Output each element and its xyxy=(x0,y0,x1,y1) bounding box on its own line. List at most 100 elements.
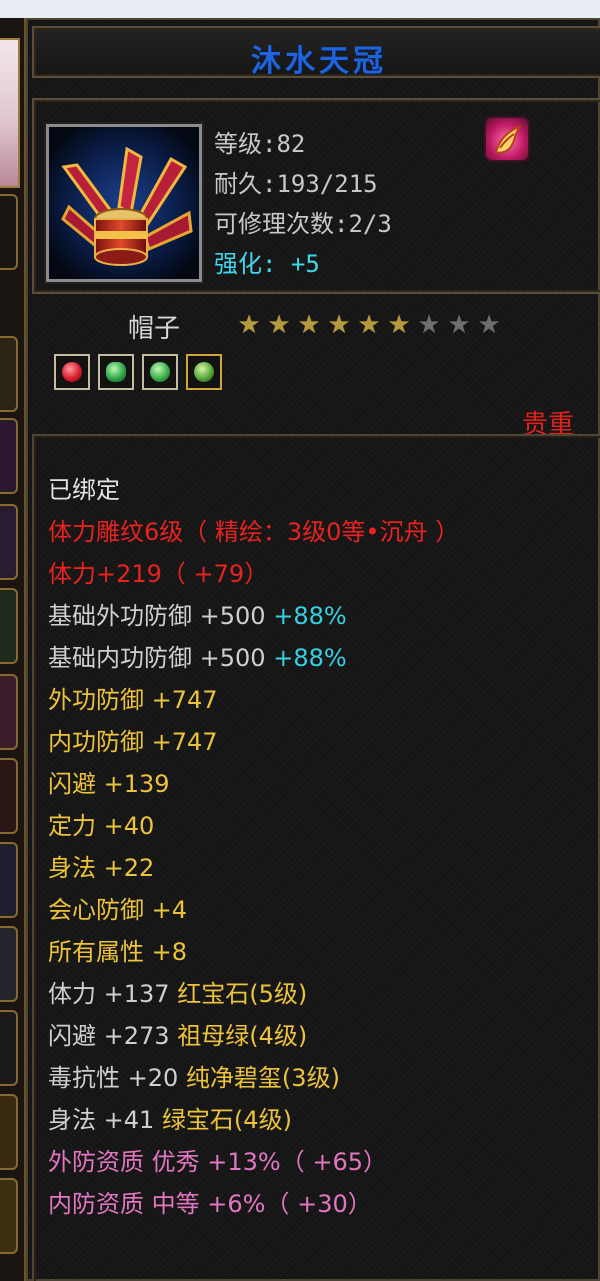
item-durability: 耐久:193/215 xyxy=(214,170,378,198)
sidebar-slot[interactable] xyxy=(0,758,18,834)
gem-bonus-line: 毒抗性 +20 纯净碧玺(3级) xyxy=(48,1062,340,1094)
item-enhance: 强化: +5 xyxy=(214,244,320,279)
attr-percent: +88% xyxy=(273,644,347,672)
quality-label: 外防资质 xyxy=(48,1148,144,1176)
agility-line: 身法 +22 xyxy=(48,852,154,884)
item-level: 等级:82 xyxy=(214,130,306,158)
sidebar-slot[interactable] xyxy=(0,194,18,270)
screenshot-root: 沐水天冠 等级:82 耐久:193/215 可修理次数:2/3 强化: +5 帽… xyxy=(0,0,600,1281)
attr-value: +747 xyxy=(151,686,218,714)
attr-label: 基础外功防御 xyxy=(48,602,192,630)
attr-value: +8 xyxy=(151,938,188,966)
attr-value: +20 xyxy=(127,1064,179,1092)
sidebar-slot[interactable] xyxy=(0,336,18,412)
sidebar-slot[interactable] xyxy=(0,926,18,1002)
attr-label: 所有属性 xyxy=(48,938,144,966)
sidebar-slot[interactable] xyxy=(0,588,18,664)
attr-percent: +88% xyxy=(273,602,347,630)
attr-value: +273 xyxy=(103,1022,170,1050)
base-inner-defense-line: 基础内功防御 +500 +88% xyxy=(48,642,347,674)
winged-hat-icon xyxy=(49,127,199,279)
gem-bonus-line: 体力 +137 红宝石(5级) xyxy=(48,978,307,1010)
attr-label: 闪避 xyxy=(48,770,96,798)
sidebar-slot[interactable] xyxy=(0,1010,18,1086)
star-empty-icon: ★ xyxy=(447,310,471,340)
item-repair-count: 可修理次数:2/3 xyxy=(214,210,392,238)
enhance-value: +5 xyxy=(290,250,320,278)
star-filled-icon: ★ xyxy=(267,310,291,340)
item-tooltip: 沐水天冠 等级:82 耐久:193/215 可修理次数:2/3 强化: +5 帽… xyxy=(26,18,600,1281)
quality-grade: 中等 xyxy=(151,1190,200,1218)
star-filled-icon: ★ xyxy=(297,310,321,340)
attr-label: 外功防御 xyxy=(48,686,144,714)
all-attrs-line: 所有属性 +8 xyxy=(48,936,187,968)
gem-name: 绿宝石(4级) xyxy=(161,1106,292,1134)
sidebar-slot[interactable] xyxy=(0,1094,18,1170)
left-sidebar-strip xyxy=(0,18,26,1281)
item-header: 等级:82 耐久:193/215 可修理次数:2/3 强化: +5 xyxy=(32,98,600,294)
gem-bonus-line: 身法 +41 绿宝石(4级) xyxy=(48,1104,292,1136)
dodge-line: 闪避 +139 xyxy=(48,768,170,800)
star-filled-icon: ★ xyxy=(387,310,411,340)
star-empty-icon: ★ xyxy=(417,310,441,340)
star-filled-icon: ★ xyxy=(237,310,261,340)
gem-name: 纯净碧玺(3级) xyxy=(185,1064,340,1092)
attr-label: 会心防御 xyxy=(48,896,144,924)
star-filled-icon: ★ xyxy=(357,310,381,340)
attr-label: 闪避 xyxy=(48,1022,96,1050)
gem-bonus-line: 闪避 +273 祖母绿(4级) xyxy=(48,1020,307,1052)
sidebar-slot[interactable] xyxy=(0,674,18,750)
quality-value: +6%（ +30） xyxy=(207,1190,372,1218)
star-filled-icon: ★ xyxy=(327,310,351,340)
star-empty-icon: ★ xyxy=(477,310,501,340)
attr-value: +500 xyxy=(199,644,266,672)
attr-value: +41 xyxy=(103,1106,155,1134)
attr-value: +4 xyxy=(151,896,188,924)
item-icon-frame xyxy=(46,124,202,282)
attr-label: 毒抗性 xyxy=(48,1064,120,1092)
attr-label: 内功防御 xyxy=(48,728,144,756)
gem-name: 祖母绿(4级) xyxy=(177,1022,308,1050)
red-gem-icon xyxy=(62,362,82,382)
enhance-label: 强化: xyxy=(214,250,277,278)
sidebar-slot[interactable] xyxy=(0,1178,18,1254)
sidebar-slot[interactable] xyxy=(0,418,18,494)
outer-quality-line: 外防资质 优秀 +13%（ +65） xyxy=(48,1146,387,1178)
crit-defense-line: 会心防御 +4 xyxy=(48,894,187,926)
stamina-bonus-line: 体力+219（ +79） xyxy=(48,560,269,588)
outer-defense-line: 外功防御 +747 xyxy=(48,684,218,716)
quality-grade: 优秀 xyxy=(151,1148,200,1176)
item-type: 帽子 xyxy=(128,314,181,344)
attr-label: 身法 xyxy=(48,1106,96,1134)
item-subheader: 帽子 ★ ★ ★ ★ ★ ★ ★ ★ ★ 贵重 xyxy=(28,296,600,444)
gem-socket[interactable] xyxy=(142,354,178,390)
gem-socket[interactable] xyxy=(54,354,90,390)
base-outer-defense-line: 基础外功防御 +500 +88% xyxy=(48,600,347,632)
attr-label: 身法 xyxy=(48,854,96,882)
attr-value: +747 xyxy=(151,728,218,756)
sidebar-slot[interactable] xyxy=(0,842,18,918)
item-attributes: 已绑定 体力雕纹6级（ 精绘：3级0等•沉舟 ） 体力+219（ +79） 基础… xyxy=(32,434,600,1281)
inner-defense-line: 内功防御 +747 xyxy=(48,726,218,758)
quality-label: 内防资质 xyxy=(48,1190,144,1218)
gem-socket[interactable] xyxy=(186,354,222,390)
attr-label: 基础内功防御 xyxy=(48,644,192,672)
attr-label: 定力 xyxy=(48,812,96,840)
character-portrait xyxy=(0,38,20,188)
attr-value: +40 xyxy=(103,812,155,840)
attr-value: +139 xyxy=(103,770,170,798)
green-gem-icon xyxy=(194,362,214,382)
gem-socket[interactable] xyxy=(98,354,134,390)
star-rating: ★ ★ ★ ★ ★ ★ ★ ★ ★ xyxy=(236,312,502,338)
attr-value: +22 xyxy=(103,854,155,882)
inner-quality-line: 内防资质 中等 +6%（ +30） xyxy=(48,1188,372,1220)
bound-status: 已绑定 xyxy=(48,476,120,504)
attr-value: +137 xyxy=(103,980,170,1008)
quality-value: +13%（ +65） xyxy=(207,1148,388,1176)
sidebar-slot[interactable] xyxy=(0,504,18,580)
item-name: 沐水天冠 xyxy=(251,44,387,79)
gem-sockets xyxy=(54,354,222,390)
green-gem-icon xyxy=(150,362,170,382)
title-bar: 沐水天冠 xyxy=(32,26,600,79)
green-gem-icon xyxy=(106,362,126,382)
